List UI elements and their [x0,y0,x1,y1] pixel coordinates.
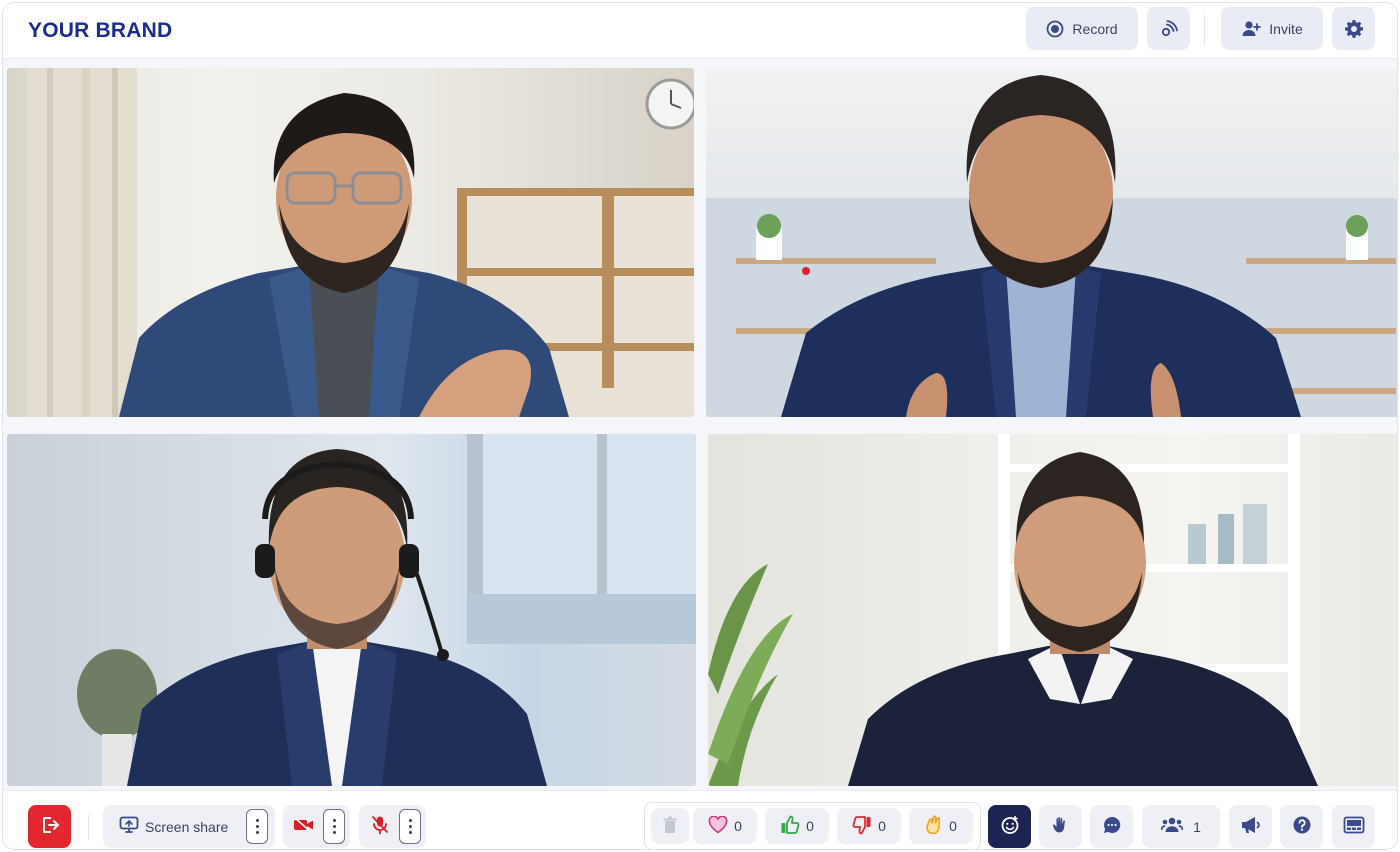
broadcast-icon [1159,19,1179,39]
emoji-icon [1000,815,1020,838]
raise-hand-button[interactable] [1039,805,1082,848]
thumbs-down-count: 0 [878,818,886,834]
gear-icon [1344,19,1364,39]
header-bar: YOUR BRAND Record Invite [3,3,1397,59]
layout-button[interactable] [1332,805,1375,848]
camera-options-button[interactable] [323,809,345,844]
plant-leaves-image [708,564,793,786]
record-button[interactable]: Record [1026,7,1138,50]
screen-share-options-button[interactable] [246,809,268,844]
settings-button[interactable] [1332,7,1375,50]
participant-1-person [119,93,569,417]
clap-count: 0 [949,818,957,834]
layout-icon [1343,816,1365,837]
thumbs-up-count: 0 [806,818,814,834]
heart-icon [708,814,728,837]
thumbs-down-icon [852,815,872,838]
record-icon [1046,20,1064,38]
chat-button[interactable] [1090,805,1133,848]
header-divider [1204,15,1205,45]
help-icon [1292,815,1312,838]
bottom-toolbar: Screen share 0 0 0 0 1 [3,790,1397,849]
brand-logo: YOUR BRAND [28,19,173,42]
mic-off-icon [371,815,389,838]
monitor-share-icon [119,816,139,837]
video-tile-participant-3[interactable] [7,434,696,786]
participants-count: 1 [1193,818,1201,835]
record-label: Record [1072,20,1118,37]
hand-icon [1051,815,1071,838]
people-icon [1160,816,1184,837]
trash-icon [663,816,677,837]
exit-icon [40,815,60,838]
video-tile-participant-2[interactable] [706,68,1397,417]
video-off-icon [293,817,315,836]
reactions-group: 0 0 0 0 [644,802,981,849]
heart-count: 0 [734,818,742,834]
wall-clock-image [645,78,694,130]
microphone-toggle-button[interactable] [359,805,426,848]
participant-3-person [127,449,547,786]
participant-4-person [848,452,1318,786]
clap-reaction-button[interactable]: 0 [909,808,973,844]
heart-reaction-button[interactable]: 0 [693,808,757,844]
thumbs-up-icon [780,815,800,838]
video-tile-participant-1[interactable] [7,68,694,417]
participant-2-person [781,75,1301,417]
leave-button[interactable] [28,805,71,848]
invite-label: Invite [1269,20,1303,37]
toolbar-divider [88,815,89,839]
camera-toggle-button[interactable] [283,805,350,848]
invite-button[interactable]: Invite [1221,7,1323,50]
chat-icon [1102,815,1122,838]
megaphone-icon [1240,815,1262,838]
screen-share-label: Screen share [145,818,229,835]
clear-reactions-button[interactable] [651,808,689,844]
screen-share-button[interactable]: Screen share [103,805,275,848]
announcement-button[interactable] [1229,805,1272,848]
thumbs-up-reaction-button[interactable]: 0 [765,808,829,844]
help-button[interactable] [1280,805,1323,848]
video-tile-participant-4[interactable] [708,434,1397,786]
emoji-button[interactable] [988,805,1031,848]
add-user-icon [1241,20,1262,38]
clap-icon [925,814,943,838]
participants-button[interactable]: 1 [1142,805,1220,848]
meeting-app: YOUR BRAND Record Invite Screen share 0 … [2,2,1398,850]
livestream-button[interactable] [1147,7,1190,50]
microphone-options-button[interactable] [399,809,421,844]
thumbs-down-reaction-button[interactable]: 0 [837,808,901,844]
